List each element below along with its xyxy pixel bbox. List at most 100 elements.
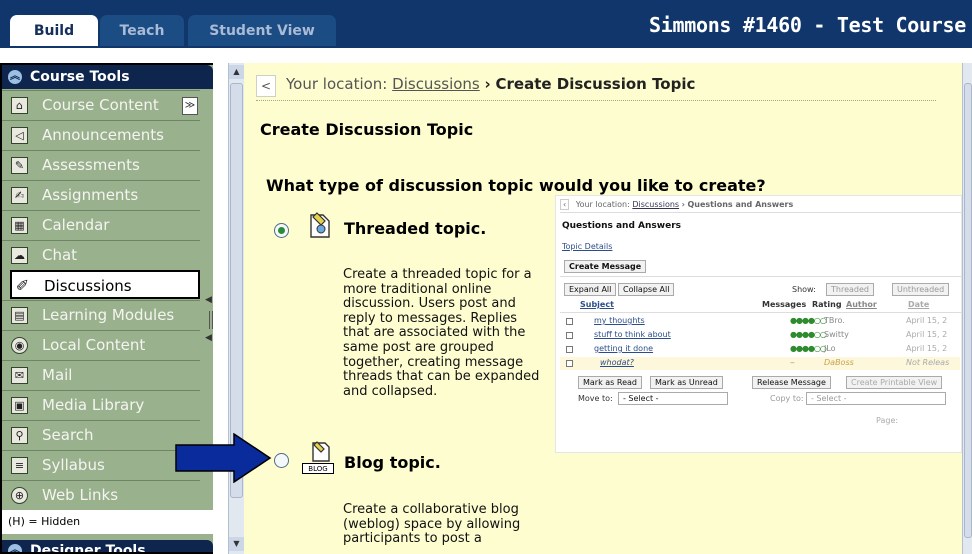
sidebar-item-label: Announcements bbox=[42, 126, 164, 144]
sidebar-item-label: Syllabus bbox=[42, 456, 105, 474]
preview-col-date: Date bbox=[908, 300, 930, 309]
page-title: Create Discussion Topic bbox=[260, 120, 474, 139]
module-icon: ▤ bbox=[11, 307, 28, 324]
preview-unthreaded-button: Unthreaded bbox=[892, 283, 950, 296]
designer-tools-header[interactable]: ︽ Designer Tools bbox=[2, 540, 213, 554]
sidebar-item-local-content[interactable]: ◉ Local Content bbox=[2, 330, 200, 359]
breadcrumb-discussions-link[interactable]: Discussions bbox=[392, 75, 480, 93]
assignment-icon: ✍ bbox=[11, 187, 28, 204]
preview-crumb-prefix: Your location: bbox=[575, 200, 630, 209]
preview-show-label: Show: bbox=[792, 285, 816, 294]
discussion-pin-icon: ✐ bbox=[15, 276, 30, 295]
sidebar-collapse-handle[interactable]: ◀ ◀ bbox=[204, 295, 218, 345]
blog-topic-radio[interactable] bbox=[274, 453, 289, 468]
sidebar-item-search[interactable]: ⚲ Search bbox=[2, 420, 200, 449]
sidebar-item-web-links[interactable]: ⊕ Web Links bbox=[2, 480, 200, 509]
course-tools-title: Course Tools bbox=[30, 69, 130, 85]
course-tools-header[interactable]: ︽ Course Tools bbox=[2, 65, 213, 89]
preview-mark-read-button: Mark as Read bbox=[578, 376, 642, 389]
sidebar-item-learning-modules[interactable]: ▤ Learning Modules bbox=[2, 300, 200, 329]
preview-move-to-label: Move to: bbox=[578, 394, 613, 403]
triangle-left-icon: ◀ bbox=[205, 333, 212, 343]
syllabus-icon: ≡ bbox=[11, 457, 28, 474]
preview-table-row: getting it done ●●●●○○ JLo April 15, 2 bbox=[560, 343, 960, 356]
preview-copy-select: - Select - bbox=[806, 392, 946, 405]
triangle-left-icon: ◀ bbox=[205, 295, 212, 305]
preview-breadcrumb: ‹ Your location: Discussions › Questions… bbox=[560, 199, 794, 210]
preview-back-icon: ‹ bbox=[560, 199, 570, 210]
sidebar-item-syllabus[interactable]: ≡ Syllabus bbox=[2, 450, 200, 479]
course-title: Simmons #1460 - Test Course bbox=[648, 13, 966, 37]
globe-icon: ⊕ bbox=[11, 487, 28, 504]
disc-icon: ◉ bbox=[11, 337, 28, 354]
tab-student-view[interactable]: Student View bbox=[188, 15, 336, 46]
sidebar-item-course-content[interactable]: ⌂ Course Content bbox=[2, 90, 200, 119]
sidebar-item-calendar[interactable]: ▦ Calendar bbox=[2, 210, 200, 239]
collapse-chevron-icon[interactable]: ︽ bbox=[8, 544, 22, 552]
preview-printable-button: Create Printable View bbox=[846, 376, 943, 389]
collapse-chevron-icon[interactable]: ︽ bbox=[8, 70, 22, 84]
sidebar-item-label: Search bbox=[42, 426, 94, 444]
preview-collapse-all-button: Collapse All bbox=[618, 283, 675, 296]
sidebar-item-media-library[interactable]: ▣ Media Library bbox=[2, 390, 200, 419]
preview-page-label: Page: bbox=[876, 416, 899, 425]
envelope-icon: ✉ bbox=[11, 367, 28, 384]
sidebar-item-mail[interactable]: ✉ Mail bbox=[2, 360, 200, 389]
back-button[interactable]: < bbox=[256, 75, 276, 97]
hidden-legend: (H) = Hidden bbox=[2, 510, 213, 534]
blog-topic-description: Create a collaborative blog (weblog) spa… bbox=[343, 502, 521, 547]
megaphone-icon: ◁ bbox=[11, 127, 28, 144]
threaded-topic-radio[interactable] bbox=[274, 223, 289, 238]
scroll-thumb[interactable] bbox=[964, 83, 972, 538]
preview-crumb-current: Questions and Answers bbox=[687, 200, 794, 209]
threaded-topic-preview-image: ‹ Your location: Discussions › Questions… bbox=[555, 195, 962, 453]
sidebar-item-label: Local Content bbox=[42, 336, 146, 354]
sidebar-item-label: Course Content bbox=[42, 96, 159, 114]
sidebar-item-label: Chat bbox=[42, 246, 78, 264]
blog-topic-label[interactable]: Blog topic. bbox=[344, 453, 441, 472]
media-icon: ▣ bbox=[11, 397, 28, 414]
sidebar-item-label: Mail bbox=[42, 366, 73, 384]
sidebar-item-label: Assessments bbox=[42, 156, 140, 174]
sidebar-item-assessments[interactable]: ✎ Assessments bbox=[2, 150, 200, 179]
assessment-icon: ✎ bbox=[11, 157, 28, 174]
sidebar-item-label: Discussions bbox=[44, 277, 132, 295]
preview-expand-all-button: Expand All bbox=[564, 283, 617, 296]
scroll-up-icon[interactable]: ▲ bbox=[229, 65, 244, 79]
sidebar-item-chat[interactable]: ☁ Chat bbox=[2, 240, 200, 269]
calendar-icon: ▦ bbox=[11, 217, 28, 234]
grip-icon bbox=[209, 311, 213, 329]
sidebar-item-announcements[interactable]: ◁ Announcements bbox=[2, 120, 200, 149]
preview-move-select: - Select - bbox=[618, 392, 728, 405]
threaded-topic-label[interactable]: Threaded topic. bbox=[344, 219, 486, 238]
designer-tools-title: Designer Tools bbox=[30, 543, 146, 554]
topic-type-question: What type of discussion topic would you … bbox=[266, 176, 766, 195]
course-content-dropdown-icon[interactable]: ≫ bbox=[182, 97, 198, 115]
tab-build[interactable]: Build bbox=[10, 15, 98, 46]
sidebar-item-assignments[interactable]: ✍ Assignments bbox=[2, 180, 200, 209]
top-navigation-bar: Build Teach Student View Simmons #1460 -… bbox=[0, 0, 972, 48]
sidebar-item-discussions[interactable]: ✐ Discussions bbox=[10, 270, 200, 299]
sidebar-item-label: Web Links bbox=[42, 486, 119, 504]
main-scrollbar[interactable] bbox=[962, 63, 972, 554]
threaded-topic-icon bbox=[307, 211, 335, 241]
preview-col-author: Author bbox=[846, 300, 877, 309]
preview-col-rating: Rating bbox=[812, 300, 842, 309]
preview-create-message-button: Create Message bbox=[564, 260, 647, 273]
pointer-arrow-icon bbox=[175, 433, 272, 483]
tab-teach[interactable]: Teach bbox=[100, 15, 184, 46]
blog-badge: BLOG bbox=[302, 463, 334, 474]
sidebar-item-label: Assignments bbox=[42, 186, 139, 204]
preview-title: Questions and Answers bbox=[562, 221, 681, 231]
preview-table-row: my thoughts ●●●●○○ TBro. April 15, 2 bbox=[560, 315, 960, 328]
preview-table-row: whodat? -- DaBoss Not Releas bbox=[560, 357, 960, 370]
sidebar-item-label: Calendar bbox=[42, 216, 110, 234]
preview-col-messages: Messages bbox=[762, 300, 807, 309]
scroll-down-icon[interactable]: ▼ bbox=[229, 537, 244, 551]
breadcrumb-prefix: Your location: bbox=[286, 75, 388, 93]
preview-crumb-link: Discussions bbox=[632, 200, 680, 209]
magnifier-icon: ⚲ bbox=[11, 427, 28, 444]
preview-copy-to-label: Copy to: bbox=[770, 394, 804, 403]
preview-table-row: stuff to think about ●●●●○○ Switty April 1… bbox=[560, 329, 960, 342]
breadcrumb-separator: › bbox=[484, 75, 491, 93]
